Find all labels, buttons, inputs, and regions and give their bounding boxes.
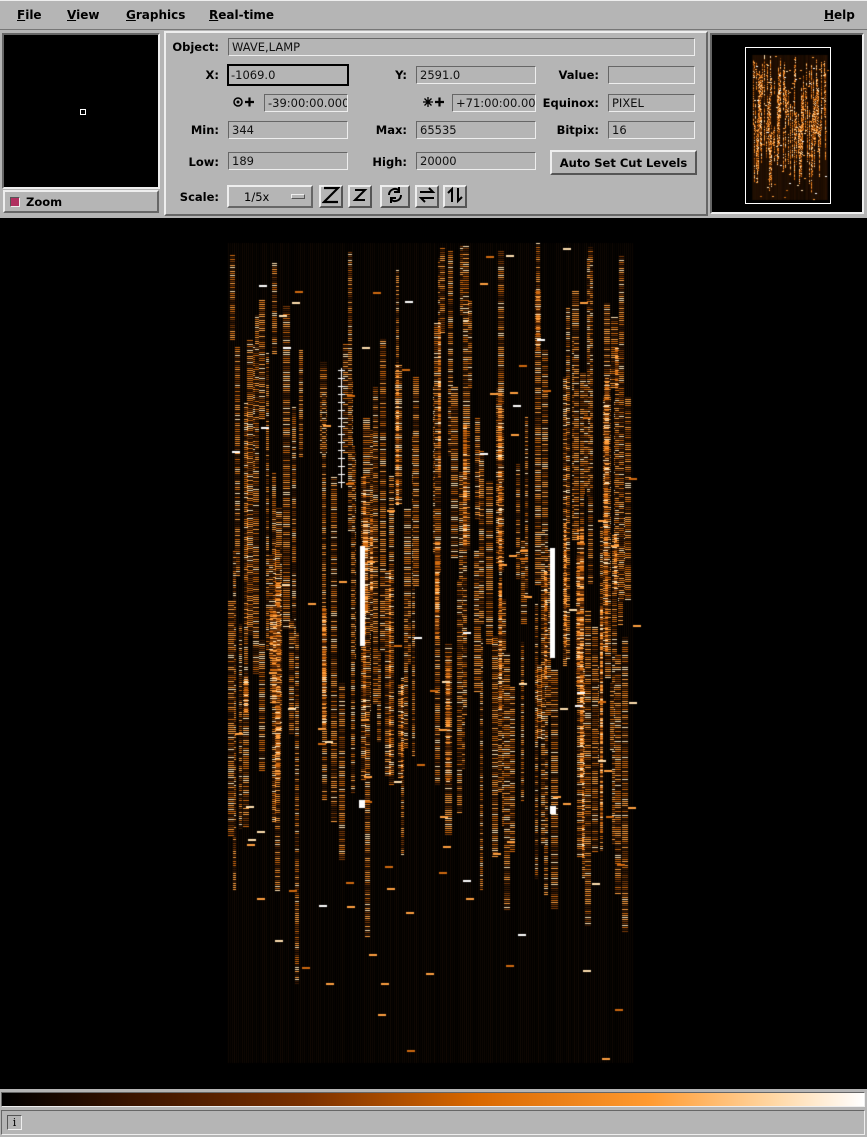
dec-axis-icon [422,94,446,110]
max-field[interactable]: 65535 [416,121,536,139]
zoom-label: Zoom [26,195,63,209]
menu-help[interactable]: Help [824,8,855,22]
scale-label: Scale: [179,190,219,204]
spectrum-image [0,218,867,1089]
bitpix-field[interactable]: 16 [608,121,695,139]
bitpix-label: Bitpix: [556,123,599,137]
rotate-icon [385,186,405,207]
value-label: Value: [558,68,599,82]
status-bar: i [1,1110,865,1135]
low-label: Low: [188,155,219,169]
equinox-label: Equinox: [542,96,599,110]
x-label: X: [205,68,219,82]
min-field[interactable]: 344 [228,121,348,139]
object-field[interactable]: WAVE,LAMP [228,38,695,56]
panner-viewport-box[interactable] [745,47,831,204]
zoom-cursor-icon [80,109,86,115]
dec-field[interactable]: +71:00:00.00 [452,94,536,112]
scale-select[interactable]: 1/5x [227,185,313,208]
scale-value: 1/5x [244,190,270,204]
y-label: Y: [395,68,407,82]
flip-y-icon [446,186,464,207]
max-label: Max: [375,123,407,137]
menu-graphics[interactable]: Graphics [126,8,185,22]
object-label: Object: [172,40,219,54]
high-label: High: [372,155,407,169]
ra-field[interactable]: -39:00:00.000 [264,94,348,112]
high-field[interactable]: 20000 [416,152,536,170]
zoom-checkbox-icon[interactable] [10,197,20,207]
flip-y-button[interactable] [443,185,467,208]
image-canvas[interactable] [0,218,867,1089]
info-icon[interactable]: i [7,1115,22,1130]
min-label: Min: [190,123,219,137]
panner-view[interactable] [710,33,864,214]
zoom-in-icon [321,186,341,207]
zoom-out-icon [351,186,369,207]
zoom-view[interactable] [2,33,160,189]
flip-x-icon [418,186,436,207]
ra-axis-icon [232,94,256,110]
auto-set-cut-levels-button[interactable]: Auto Set Cut Levels [550,150,697,175]
rotate-button[interactable] [380,185,410,208]
colorbar[interactable] [1,1092,865,1107]
low-field[interactable]: 189 [228,152,348,170]
zoom-toggle[interactable]: Zoom [3,190,159,213]
y-field[interactable]: 2591.0 [416,66,536,84]
menu-file[interactable]: File [17,8,42,22]
flip-x-button[interactable] [415,185,439,208]
menu-realtime[interactable]: Real-time [209,8,274,22]
zoom-in-button[interactable] [319,185,343,208]
value-field[interactable] [608,66,695,84]
option-menu-icon [291,194,305,199]
menu-view[interactable]: View [67,8,99,22]
equinox-field[interactable]: PIXEL [608,94,695,112]
menu-bar: File View Graphics Real-time Help [0,0,867,30]
zoom-out-button[interactable] [348,185,372,208]
x-field[interactable]: -1069.0 [227,64,349,86]
